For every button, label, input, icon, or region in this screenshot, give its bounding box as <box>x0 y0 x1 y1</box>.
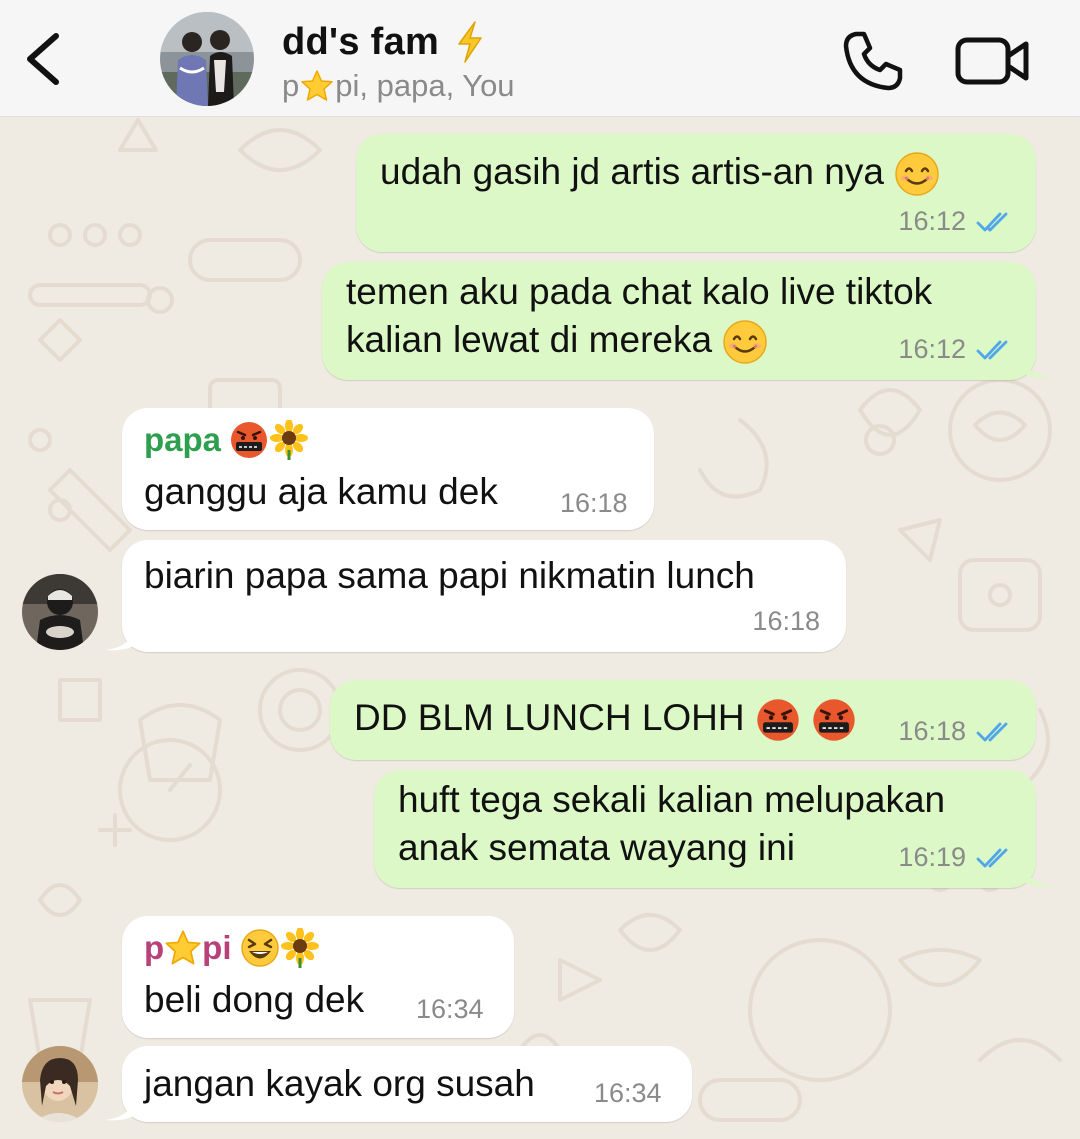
message-outgoing[interactable]: huft tega sekali kalian melupakan anak s… <box>374 770 1036 888</box>
message-outgoing[interactable]: udah gasih jd artis artis-an nya 16:12 <box>356 134 1036 252</box>
sunflower-emoji-icon <box>270 420 309 460</box>
star-icon <box>301 70 333 101</box>
message-incoming[interactable]: jangan kayak org susah 16:34 <box>122 1046 692 1122</box>
cursing-face-emoji-icon <box>757 699 799 741</box>
members-prefix: p <box>282 68 300 103</box>
smiling-face-emoji-icon <box>723 320 768 364</box>
message-text: temen aku pada chat kalo live tiktok <box>346 271 933 312</box>
cursing-face-emoji-icon <box>231 422 268 458</box>
message-time: 16:12 <box>898 206 966 236</box>
chat-header: dd's fam p pi, papa, You <box>0 0 1080 117</box>
message-text: beli dong dek <box>144 979 365 1020</box>
cursing-face-emoji-icon <box>813 699 855 741</box>
bubble-tail <box>1020 350 1054 379</box>
message-text: DD BLM LUNCH LOHH <box>354 696 857 743</box>
sender-name: papa <box>144 420 309 460</box>
bubble-tail <box>104 622 138 651</box>
message-incoming[interactable]: biarin papa sama papi nikmatin lunch 16:… <box>122 540 846 652</box>
message-meta: 16:12 <box>898 334 1014 365</box>
bubble-tail <box>1020 858 1054 887</box>
message-time: 16:34 <box>416 994 484 1024</box>
star-icon <box>165 930 201 965</box>
sender-avatar[interactable] <box>22 574 98 650</box>
grinning-squinting-face-emoji-icon <box>240 929 279 967</box>
message-meta: 16:34 <box>594 1078 662 1109</box>
message-text: udah gasih jd artis artis-an nya <box>380 150 940 197</box>
phone-icon[interactable] <box>840 28 906 94</box>
message-time: 16:12 <box>898 334 966 364</box>
smiling-face-emoji-icon <box>895 152 939 196</box>
message-text: biarin papa sama papi nikmatin lunch <box>144 555 755 596</box>
group-name: dd's fam <box>282 20 440 63</box>
sender-avatar[interactable] <box>22 1046 98 1122</box>
double-check-icon <box>976 848 1008 867</box>
double-check-icon <box>976 212 1008 231</box>
sunflower-emoji-icon <box>280 928 319 968</box>
message-meta: 16:34 <box>416 994 484 1025</box>
message-incoming[interactable]: p pi beli dong dek 16:34 <box>122 916 514 1038</box>
message-outgoing[interactable]: temen aku pada chat kalo live tiktok kal… <box>322 262 1036 380</box>
double-check-icon <box>976 340 1008 359</box>
message-text: ganggu aja kamu dek <box>144 471 498 512</box>
members-suffix: pi, papa, You <box>335 68 515 103</box>
bubble-tail <box>104 1092 138 1121</box>
message-meta: 16:18 <box>752 606 820 637</box>
group-avatar[interactable] <box>160 12 254 106</box>
message-meta: 16:19 <box>898 842 1014 873</box>
message-meta: 16:18 <box>560 488 628 519</box>
message-text: jangan kayak org susah <box>144 1063 535 1104</box>
message-text: huft tega sekali kalian melupakan <box>398 779 946 820</box>
message-incoming[interactable]: papa ganggu aja kamu dek 16:18 <box>122 408 654 530</box>
message-time: 16:18 <box>752 606 820 636</box>
message-outgoing[interactable]: DD BLM LUNCH LOHH 16:18 <box>330 680 1036 760</box>
message-meta: 16:18 <box>898 716 1014 747</box>
group-title[interactable]: dd's fam <box>282 16 487 68</box>
lightning-icon <box>458 21 482 63</box>
video-camera-icon[interactable] <box>954 34 1032 88</box>
message-time: 16:34 <box>594 1078 662 1108</box>
message-text: kalian lewat di mereka <box>346 318 768 365</box>
message-meta: 16:12 <box>898 206 1014 237</box>
chevron-left-icon[interactable] <box>16 26 76 92</box>
message-time: 16:18 <box>560 488 628 518</box>
message-time: 16:18 <box>898 716 966 746</box>
double-check-icon <box>976 722 1008 741</box>
group-members[interactable]: p pi, papa, You <box>282 68 515 104</box>
sender-name: p pi <box>144 928 320 968</box>
message-time: 16:19 <box>898 842 966 872</box>
message-text: anak semata wayang ini <box>398 827 795 868</box>
